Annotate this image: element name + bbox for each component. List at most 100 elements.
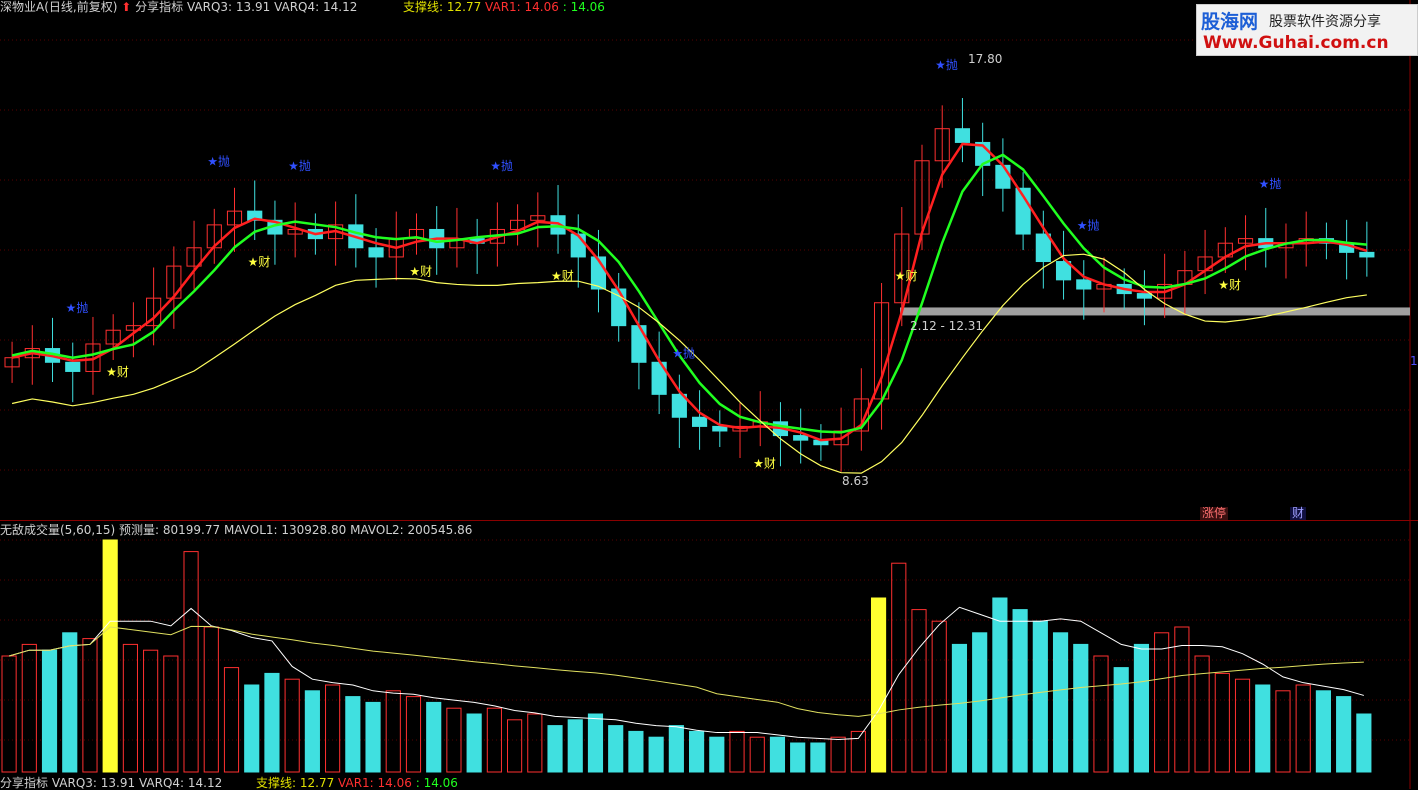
volume-bar xyxy=(143,649,159,773)
stock-label[interactable]: 深物业A(日线,前复权) xyxy=(0,0,117,14)
volume-bar xyxy=(1234,678,1251,773)
candle-body xyxy=(611,288,627,327)
volume-bar xyxy=(608,725,624,773)
volume-bar xyxy=(1073,643,1089,773)
candle-body xyxy=(712,425,728,432)
volume-bar xyxy=(223,667,240,773)
var1-extra: : 14.06 xyxy=(562,0,605,14)
volume-bar xyxy=(709,736,725,773)
header-arrow-icon: ⬆ xyxy=(121,0,132,14)
volume-bar xyxy=(426,701,442,773)
footer-support: 支撑线: 12.77 VAR1: 14.06 : 14.06 xyxy=(256,776,458,790)
volume-bar xyxy=(587,713,604,773)
sell-signal: ★抛 xyxy=(1259,176,1282,191)
sell-signal: ★抛 xyxy=(1077,217,1100,232)
volume-bar xyxy=(405,696,422,773)
volume-bar xyxy=(628,730,644,773)
watermark-brand: 股海网 xyxy=(1201,11,1259,33)
candle-body xyxy=(692,416,708,427)
candle-body xyxy=(65,361,81,372)
high-price-label: 17.80 xyxy=(968,52,1003,66)
footer-indicator-name[interactable]: 分享指标 xyxy=(0,776,48,790)
mavol2-line xyxy=(8,625,1364,717)
volume-bar xyxy=(486,707,502,773)
volume-indicator-label[interactable]: 无敌成交量(5,60,15) xyxy=(0,523,115,537)
mavol1-label: MAVOL1: 130928.80 xyxy=(223,523,347,537)
candle-body xyxy=(954,128,971,143)
volume-bar xyxy=(21,643,37,773)
footer-support-label: 支撑线: 12.77 xyxy=(256,776,335,790)
watermark-url: Www.Guhai.com.cn xyxy=(1203,33,1389,53)
volume-bar xyxy=(1093,655,1109,773)
volume-bar xyxy=(1154,632,1170,773)
candle-body xyxy=(1136,293,1153,299)
candle-body xyxy=(1035,233,1051,263)
volume-bar xyxy=(102,539,118,773)
volume-bar xyxy=(1,655,17,773)
low-price-label: 8.63 xyxy=(842,474,869,488)
volume-panel-header: 无敌成交量(5,60,15) 预测量: 80199.77 MAVOL1: 130… xyxy=(0,523,472,537)
footer-bar: 分享指标 VARQ3: 13.91 VARQ4: 14.12 xyxy=(0,776,222,790)
guhai-watermark: 股海网 股票软件资源分享 Www.Guhai.com.cn xyxy=(1196,4,1418,56)
volume-bar xyxy=(183,551,199,773)
candle-body xyxy=(1359,251,1375,258)
volume-bar xyxy=(345,696,361,773)
buy-signal: ★财 xyxy=(106,365,129,379)
volume-bar xyxy=(810,742,826,773)
forecast-label: 预测量: 80199.77 xyxy=(119,523,221,537)
mavol2-label: MAVOL2: 200545.86 xyxy=(350,523,473,537)
volume-bar xyxy=(244,684,260,773)
volume-bar xyxy=(41,649,58,773)
sell-signal: ★抛 xyxy=(490,158,513,173)
volume-bar xyxy=(527,713,543,773)
candle-body xyxy=(793,435,809,441)
volume-bar xyxy=(385,690,401,773)
buy-signal: ★财 xyxy=(248,255,271,269)
sell-signal: ★抛 xyxy=(672,346,695,361)
indicator-name[interactable]: 分享指标 xyxy=(135,0,183,14)
chart-canvas[interactable]: ★抛 ★抛 ★抛 ★抛 ★抛 ★抛 ★抛 ★抛 ★财 ★财 ★财 ★财 ★财 ★财 ★财 xyxy=(0,0,1418,789)
footer-varq3: VARQ3: 13.91 xyxy=(51,776,136,790)
volume-bar xyxy=(931,620,947,773)
volume-bar xyxy=(1295,684,1311,773)
volume-bar xyxy=(648,736,664,773)
volume-bar xyxy=(951,643,968,773)
support-range-label: 2.12 - 12.31 xyxy=(910,319,984,333)
volume-bar xyxy=(911,609,927,773)
footer-var1-extra: : 14.06 xyxy=(415,776,458,790)
volume-bar xyxy=(689,730,705,773)
support-header: 支撑线: 12.77 VAR1: 14.06 : 14.06 xyxy=(403,0,605,14)
volume-bar xyxy=(1315,690,1331,773)
volume-bar xyxy=(567,719,583,773)
volume-bar xyxy=(668,725,684,773)
buy-signal: ★财 xyxy=(409,264,432,278)
volume-bar xyxy=(1255,684,1271,773)
volume-bar xyxy=(325,684,341,773)
panel-divider xyxy=(0,520,1418,521)
buy-signal: ★财 xyxy=(1218,278,1241,292)
buy-signal: ★财 xyxy=(753,457,776,471)
volume-bar xyxy=(304,690,320,773)
footer-var1-label: VAR1: 14.06 xyxy=(338,776,412,790)
buy-signal: ★财 xyxy=(551,269,574,283)
volume-bar xyxy=(1356,713,1372,773)
sell-signal: ★抛 xyxy=(935,57,958,72)
support-label: 支撑线: 12.77 xyxy=(403,0,482,14)
support-band xyxy=(900,307,1410,316)
sell-signal: ★抛 xyxy=(288,158,311,173)
volume-bar xyxy=(365,701,381,773)
volume-bar xyxy=(729,730,745,773)
volume-bar xyxy=(972,632,988,773)
volume-bar xyxy=(1275,690,1291,773)
volume-bar xyxy=(1214,672,1230,773)
volume-bar xyxy=(547,725,563,773)
varq3-label: VARQ3: 13.91 xyxy=(186,0,271,14)
volume-bar xyxy=(870,597,887,773)
candle-body xyxy=(550,215,566,235)
volume-bar xyxy=(507,719,523,773)
price-panel-header: 深物业A(日线,前复权) ⬆ 分享指标 VARQ3: 13.91 VARQ4: … xyxy=(0,0,357,14)
candle-body xyxy=(368,247,384,258)
footer-varq4: VARQ4: 14.12 xyxy=(138,776,223,790)
volume-bar xyxy=(284,678,300,773)
sell-signal: ★抛 xyxy=(207,153,230,168)
